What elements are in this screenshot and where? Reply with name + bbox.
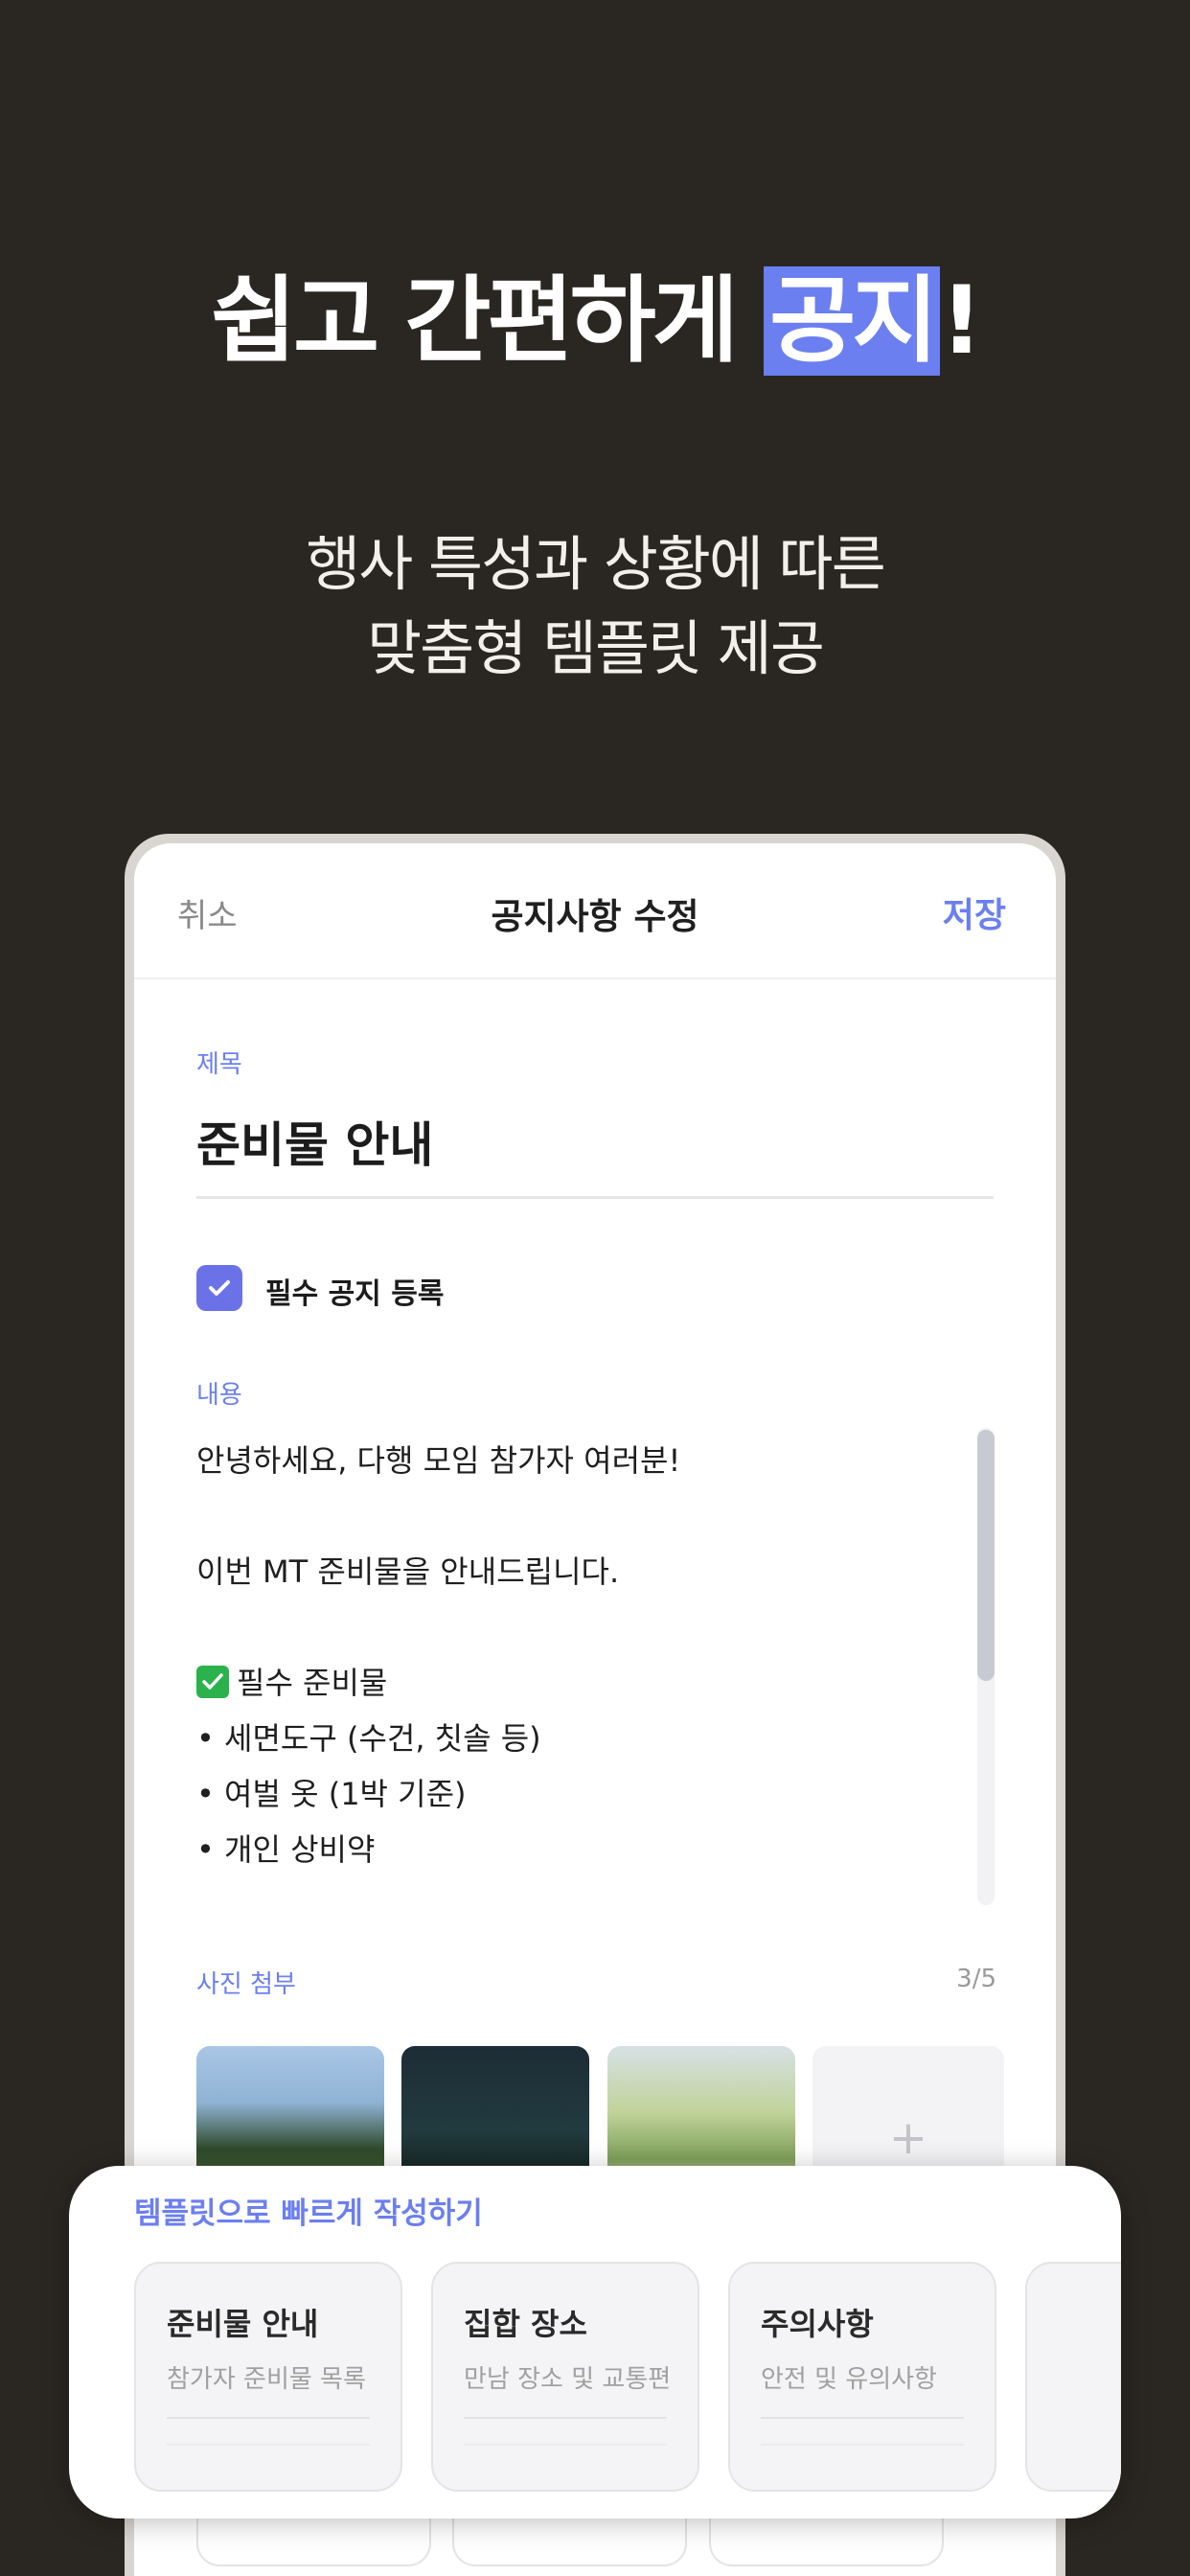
photo-attach-label: 사진 첨부 <box>196 1970 296 1999</box>
card-placeholder-line <box>464 2444 667 2446</box>
title-field-label: 제목 <box>196 1050 242 1079</box>
save-button[interactable]: 저장 <box>943 887 1006 937</box>
template-card-title: 집합 장소 <box>464 2306 587 2342</box>
card-placeholder-line <box>761 2417 964 2419</box>
content-line: • 여벌 옷 (1박 기준) <box>196 1776 467 1812</box>
card-placeholder-line <box>167 2417 370 2419</box>
headline-suffix: ! <box>940 266 983 376</box>
content-line: • 세면도구 (수건, 칫솔 등) <box>196 1720 541 1757</box>
required-notice-checkbox[interactable] <box>196 1265 242 1311</box>
template-card-more[interactable] <box>1025 2262 1121 2492</box>
content-line: 안녕하세요, 다행 모임 참가자 여러분! <box>196 1442 681 1479</box>
required-notice-label: 필수 공지 등록 <box>265 1277 445 1311</box>
template-card-supplies[interactable]: 준비물 안내 참가자 준비물 목록 <box>134 2262 402 2492</box>
card-placeholder-line <box>761 2444 964 2446</box>
subtitle: 행사 특성과 상황에 따른 맞춤형 템플릿 제공 <box>0 522 1190 691</box>
template-card-precautions[interactable]: 주의사항 안전 및 유의사항 <box>728 2262 996 2492</box>
subtitle-line-1: 행사 특성과 상황에 따른 <box>306 529 886 599</box>
template-card-desc: 안전 및 유의사항 <box>761 2365 937 2394</box>
content-textarea[interactable]: 안녕하세요, 다행 모임 참가자 여러분! 이번 MT 준비물을 안내드립니다.… <box>196 1433 680 1877</box>
content-line <box>196 1488 680 1544</box>
title-input[interactable]: 준비물 안내 <box>196 1107 433 1176</box>
page-title: 공지사항 수정 <box>491 896 699 937</box>
template-card-meeting-place[interactable]: 집합 장소 만남 장소 및 교통편 <box>431 2262 699 2492</box>
template-card-desc: 참가자 준비물 목록 <box>167 2365 366 2394</box>
template-card-desc: 만남 장소 및 교통편 <box>464 2365 672 2394</box>
check-icon <box>209 1280 230 1296</box>
photo-count: 3/5 <box>956 1965 996 1993</box>
check-mark-icon <box>196 1666 229 1698</box>
headline: 쉽고 간편하게 공지! <box>0 259 1190 383</box>
content-line: • 개인 상비약 <box>196 1831 376 1868</box>
card-placeholder-line <box>167 2444 370 2446</box>
headline-highlight: 공지 <box>764 266 941 376</box>
template-card-title: 준비물 안내 <box>167 2306 319 2342</box>
headline-prefix: 쉽고 간편하게 <box>210 266 765 376</box>
plus-icon: + <box>888 2111 928 2165</box>
content-line-check: 필수 준비물 <box>196 1655 680 1711</box>
title-underline <box>196 1196 994 1199</box>
card-placeholder-line <box>464 2417 667 2419</box>
content-field-label: 내용 <box>196 1381 242 1410</box>
content-line <box>196 1599 680 1655</box>
content-line: 이번 MT 준비물을 안내드립니다. <box>196 1553 620 1590</box>
content-scrollbar-thumb[interactable] <box>977 1430 995 1681</box>
content-line-text: 필수 준비물 <box>237 1665 388 1701</box>
template-sheet-title: 템플릿으로 빠르게 작성하기 <box>134 2196 483 2231</box>
template-card-title: 주의사항 <box>761 2306 874 2342</box>
template-sheet: 템플릿으로 빠르게 작성하기 준비물 안내 참가자 준비물 목록 집합 장소 만… <box>69 2166 1121 2518</box>
subtitle-line-2: 맞춤형 템플릿 제공 <box>367 613 825 683</box>
nav-bar: 취소 공지사항 수정 저장 <box>134 843 1056 979</box>
